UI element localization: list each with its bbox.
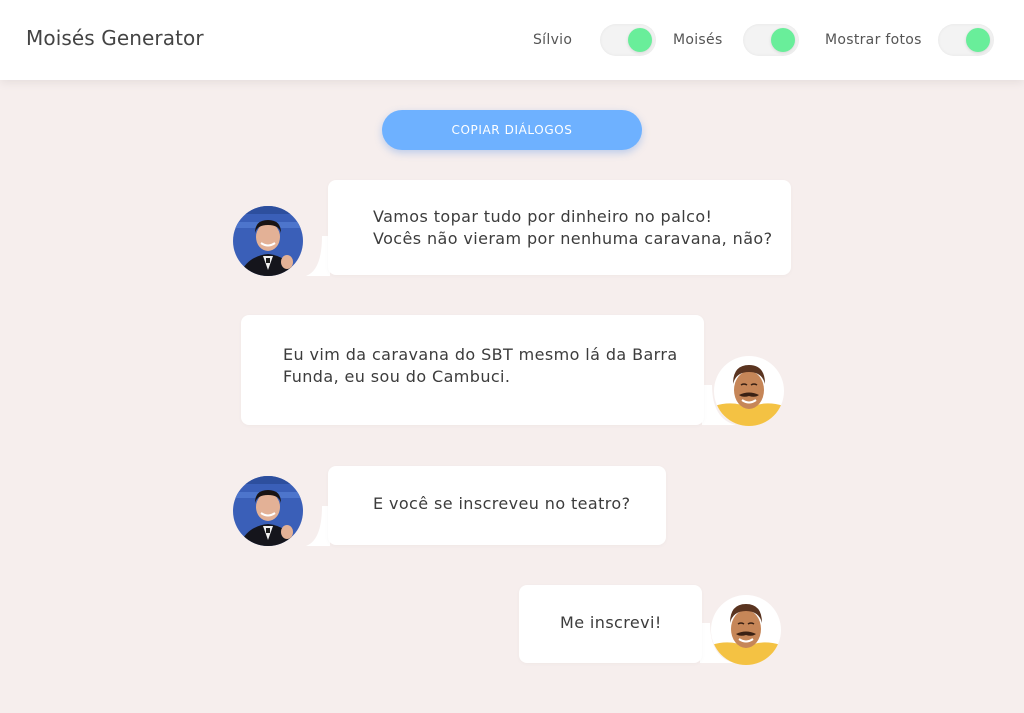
- message-bubble-moises: Eu vim da caravana do SBT mesmo lá da Ba…: [241, 315, 704, 425]
- message-bubble-silvio: E você se inscreveu no teatro?: [328, 466, 666, 545]
- avatar-moises: [714, 356, 784, 426]
- message-bubble-moises: Me inscrevi!: [519, 585, 702, 663]
- toggle-knob: [770, 28, 795, 52]
- toggle-mostrar-fotos-switch[interactable]: [937, 24, 994, 56]
- avatar-silvio: [233, 476, 303, 546]
- app-title: Moisés Generator: [26, 26, 204, 50]
- avatar-silvio: [233, 206, 303, 276]
- message-text: Me inscrevi!: [560, 613, 662, 632]
- toggle-knob: [965, 28, 990, 52]
- toggle-silvio-label: Sílvio: [533, 32, 573, 48]
- toggle-silvio-switch[interactable]: [600, 24, 657, 56]
- message-text: E você se inscreveu no teatro?: [373, 494, 631, 513]
- toggle-moises[interactable]: Moisés: [673, 22, 799, 58]
- message-text: Eu vim da caravana do SBT mesmo lá da Ba…: [283, 345, 678, 386]
- toggle-knob: [628, 28, 653, 52]
- moises-portrait-icon: [714, 356, 784, 426]
- avatar-moises: [711, 595, 781, 665]
- toggle-silvio[interactable]: Sílvio: [533, 22, 657, 58]
- copy-dialogs-button[interactable]: COPIAR DIÁLOGOS: [382, 110, 642, 150]
- toggle-mostrar-fotos-label: Mostrar fotos: [825, 32, 922, 48]
- silvio-portrait-icon: [233, 206, 303, 276]
- toggle-moises-switch[interactable]: [742, 24, 799, 56]
- toggle-mostrar-fotos[interactable]: Mostrar fotos: [825, 22, 994, 58]
- toggle-moises-label: Moisés: [673, 32, 723, 48]
- moises-portrait-icon: [711, 595, 781, 665]
- silvio-portrait-icon: [233, 476, 303, 546]
- message-text: Vamos topar tudo por dinheiro no palco! …: [373, 207, 773, 248]
- message-bubble-silvio: Vamos topar tudo por dinheiro no palco! …: [328, 180, 791, 275]
- app-bar: Moisés Generator Sílvio Moisés Mostrar f…: [0, 0, 1024, 80]
